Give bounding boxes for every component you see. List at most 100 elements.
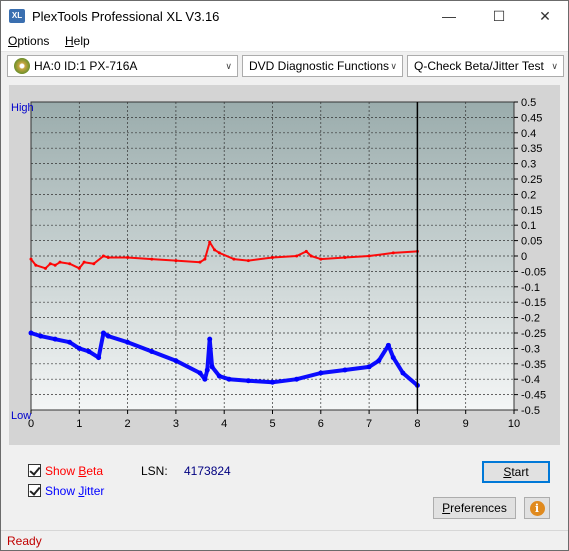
beta-point	[232, 257, 236, 261]
jitter-point	[204, 367, 210, 373]
show-beta-checkbox[interactable]	[28, 464, 41, 477]
jitter-point	[216, 373, 222, 379]
preferences-label-rest: references	[450, 501, 507, 515]
status-text: Ready	[7, 534, 42, 548]
menu-help[interactable]: Help	[65, 34, 90, 48]
beta-point	[367, 254, 371, 258]
y-tick-label: -0.35	[521, 359, 546, 371]
x-tick-label: 9	[463, 418, 469, 430]
jitter-point	[390, 355, 396, 361]
y-tick-label: 0.2	[521, 189, 536, 201]
beta-point	[68, 262, 72, 266]
beta-point	[43, 266, 47, 270]
jitter-point	[245, 378, 251, 384]
lsn-label: LSN:	[141, 464, 168, 478]
chart-panel: 0.5 0.45 0.4 0.35 0.3 0.25 0.2 0.15 0.1 0.05 0 -0.0…	[9, 85, 560, 445]
show-jitter-checkbox[interactable]	[28, 484, 41, 497]
preferences-button[interactable]: Preferences	[433, 497, 516, 519]
beta-point	[217, 251, 221, 255]
info-icon: i	[529, 501, 545, 516]
menu-help-label: elp	[73, 34, 90, 48]
y-tick-label: 0.1	[521, 220, 536, 232]
y-tick-label: -0.3	[521, 343, 540, 355]
close-button[interactable]: ✕	[522, 1, 568, 31]
beta-point	[150, 257, 154, 261]
beta-jitter-chart: 0.5 0.45 0.4 0.35 0.3 0.25 0.2 0.15 0.1 0.05 0 -0.0…	[11, 97, 546, 430]
x-tick-label: 3	[173, 418, 179, 430]
beta-point	[29, 257, 33, 261]
beta-point	[271, 256, 274, 260]
title-bar[interactable]: XL PlexTools Professional XL V3.16 — ☐ ✕	[1, 1, 568, 31]
lsn-value: 4173824	[184, 464, 231, 478]
beta-point	[391, 251, 395, 255]
y-tick-label: -0.45	[521, 390, 546, 402]
drive-select[interactable]: HA:0 ID:1 PX-716A ∨	[7, 55, 238, 77]
beta-point	[82, 260, 86, 264]
menu-help-accel: H	[65, 34, 74, 48]
beta-point	[198, 260, 202, 264]
show-beta-label[interactable]: Show Beta	[45, 464, 103, 478]
app-window: XL PlexTools Professional XL V3.16 — ☐ ✕…	[0, 0, 569, 551]
beta-point	[208, 240, 212, 244]
chevron-down-icon: ∨	[390, 61, 397, 71]
jitter-point	[294, 376, 300, 382]
maximize-button[interactable]: ☐	[476, 1, 522, 31]
y-tick-label: 0.05	[521, 236, 542, 248]
y-tick-label: -0.25	[521, 328, 546, 340]
y-tick-label: 0.15	[521, 205, 542, 217]
jitter-point	[342, 367, 348, 373]
jitter-point	[125, 339, 131, 345]
options-panel: Show Beta Show Jitter LSN: 4173824 Start…	[9, 453, 560, 525]
jitter-point	[105, 333, 111, 339]
beta-point	[34, 263, 38, 267]
show-jitter-label-pre: Show	[45, 484, 79, 498]
beta-point	[77, 266, 81, 270]
show-beta-label-pre: Show	[45, 464, 79, 478]
jitter-point	[376, 358, 382, 364]
info-button[interactable]: i	[524, 497, 550, 519]
jitter-point	[38, 333, 44, 339]
y-tick-label: 0	[521, 251, 527, 263]
start-label-rest: tart	[511, 465, 529, 479]
jitter-point	[270, 379, 275, 385]
menu-bar: Options Help	[1, 31, 568, 52]
y-tick-label: -0.5	[521, 405, 540, 417]
beta-point	[319, 257, 323, 261]
minimize-button[interactable]: —	[426, 1, 472, 31]
y-tick-label: 0.3	[521, 159, 536, 171]
test-select[interactable]: Q-Check Beta/Jitter Test ∨	[407, 55, 564, 77]
beta-point	[213, 248, 217, 252]
function-select[interactable]: DVD Diagnostic Functions ∨	[242, 55, 403, 77]
jitter-point	[86, 348, 92, 354]
beta-point	[295, 254, 299, 258]
beta-point	[203, 257, 207, 261]
jitter-point	[400, 370, 406, 376]
y-tick-label: -0.2	[521, 313, 540, 325]
menu-options[interactable]: Options	[8, 34, 49, 48]
show-jitter-label[interactable]: Show Jitter	[45, 484, 104, 498]
jitter-point	[76, 345, 82, 351]
beta-point	[92, 262, 96, 266]
jitter-point	[149, 348, 155, 354]
y-tick-label: -0.15	[521, 297, 546, 309]
jitter-point	[67, 339, 73, 345]
beta-point	[48, 262, 52, 266]
jitter-point	[52, 336, 58, 342]
x-tick-label: 2	[125, 418, 131, 430]
menu-options-accel: O	[8, 34, 18, 48]
jitter-point	[197, 370, 203, 376]
jitter-point	[96, 355, 102, 361]
start-button[interactable]: Start	[482, 461, 550, 483]
beta-point	[246, 259, 250, 263]
x-tick-label: 6	[318, 418, 324, 430]
y-tick-label: -0.1	[521, 282, 540, 294]
low-label: Low	[11, 410, 31, 422]
x-tick-label: 5	[269, 418, 275, 430]
jitter-point	[28, 330, 34, 336]
beta-point	[53, 263, 57, 267]
beta-point	[126, 256, 130, 260]
jitter-point	[318, 370, 324, 376]
function-select-value: DVD Diagnostic Functions	[249, 59, 390, 73]
jitter-point	[226, 376, 232, 382]
jitter-point	[100, 330, 106, 336]
